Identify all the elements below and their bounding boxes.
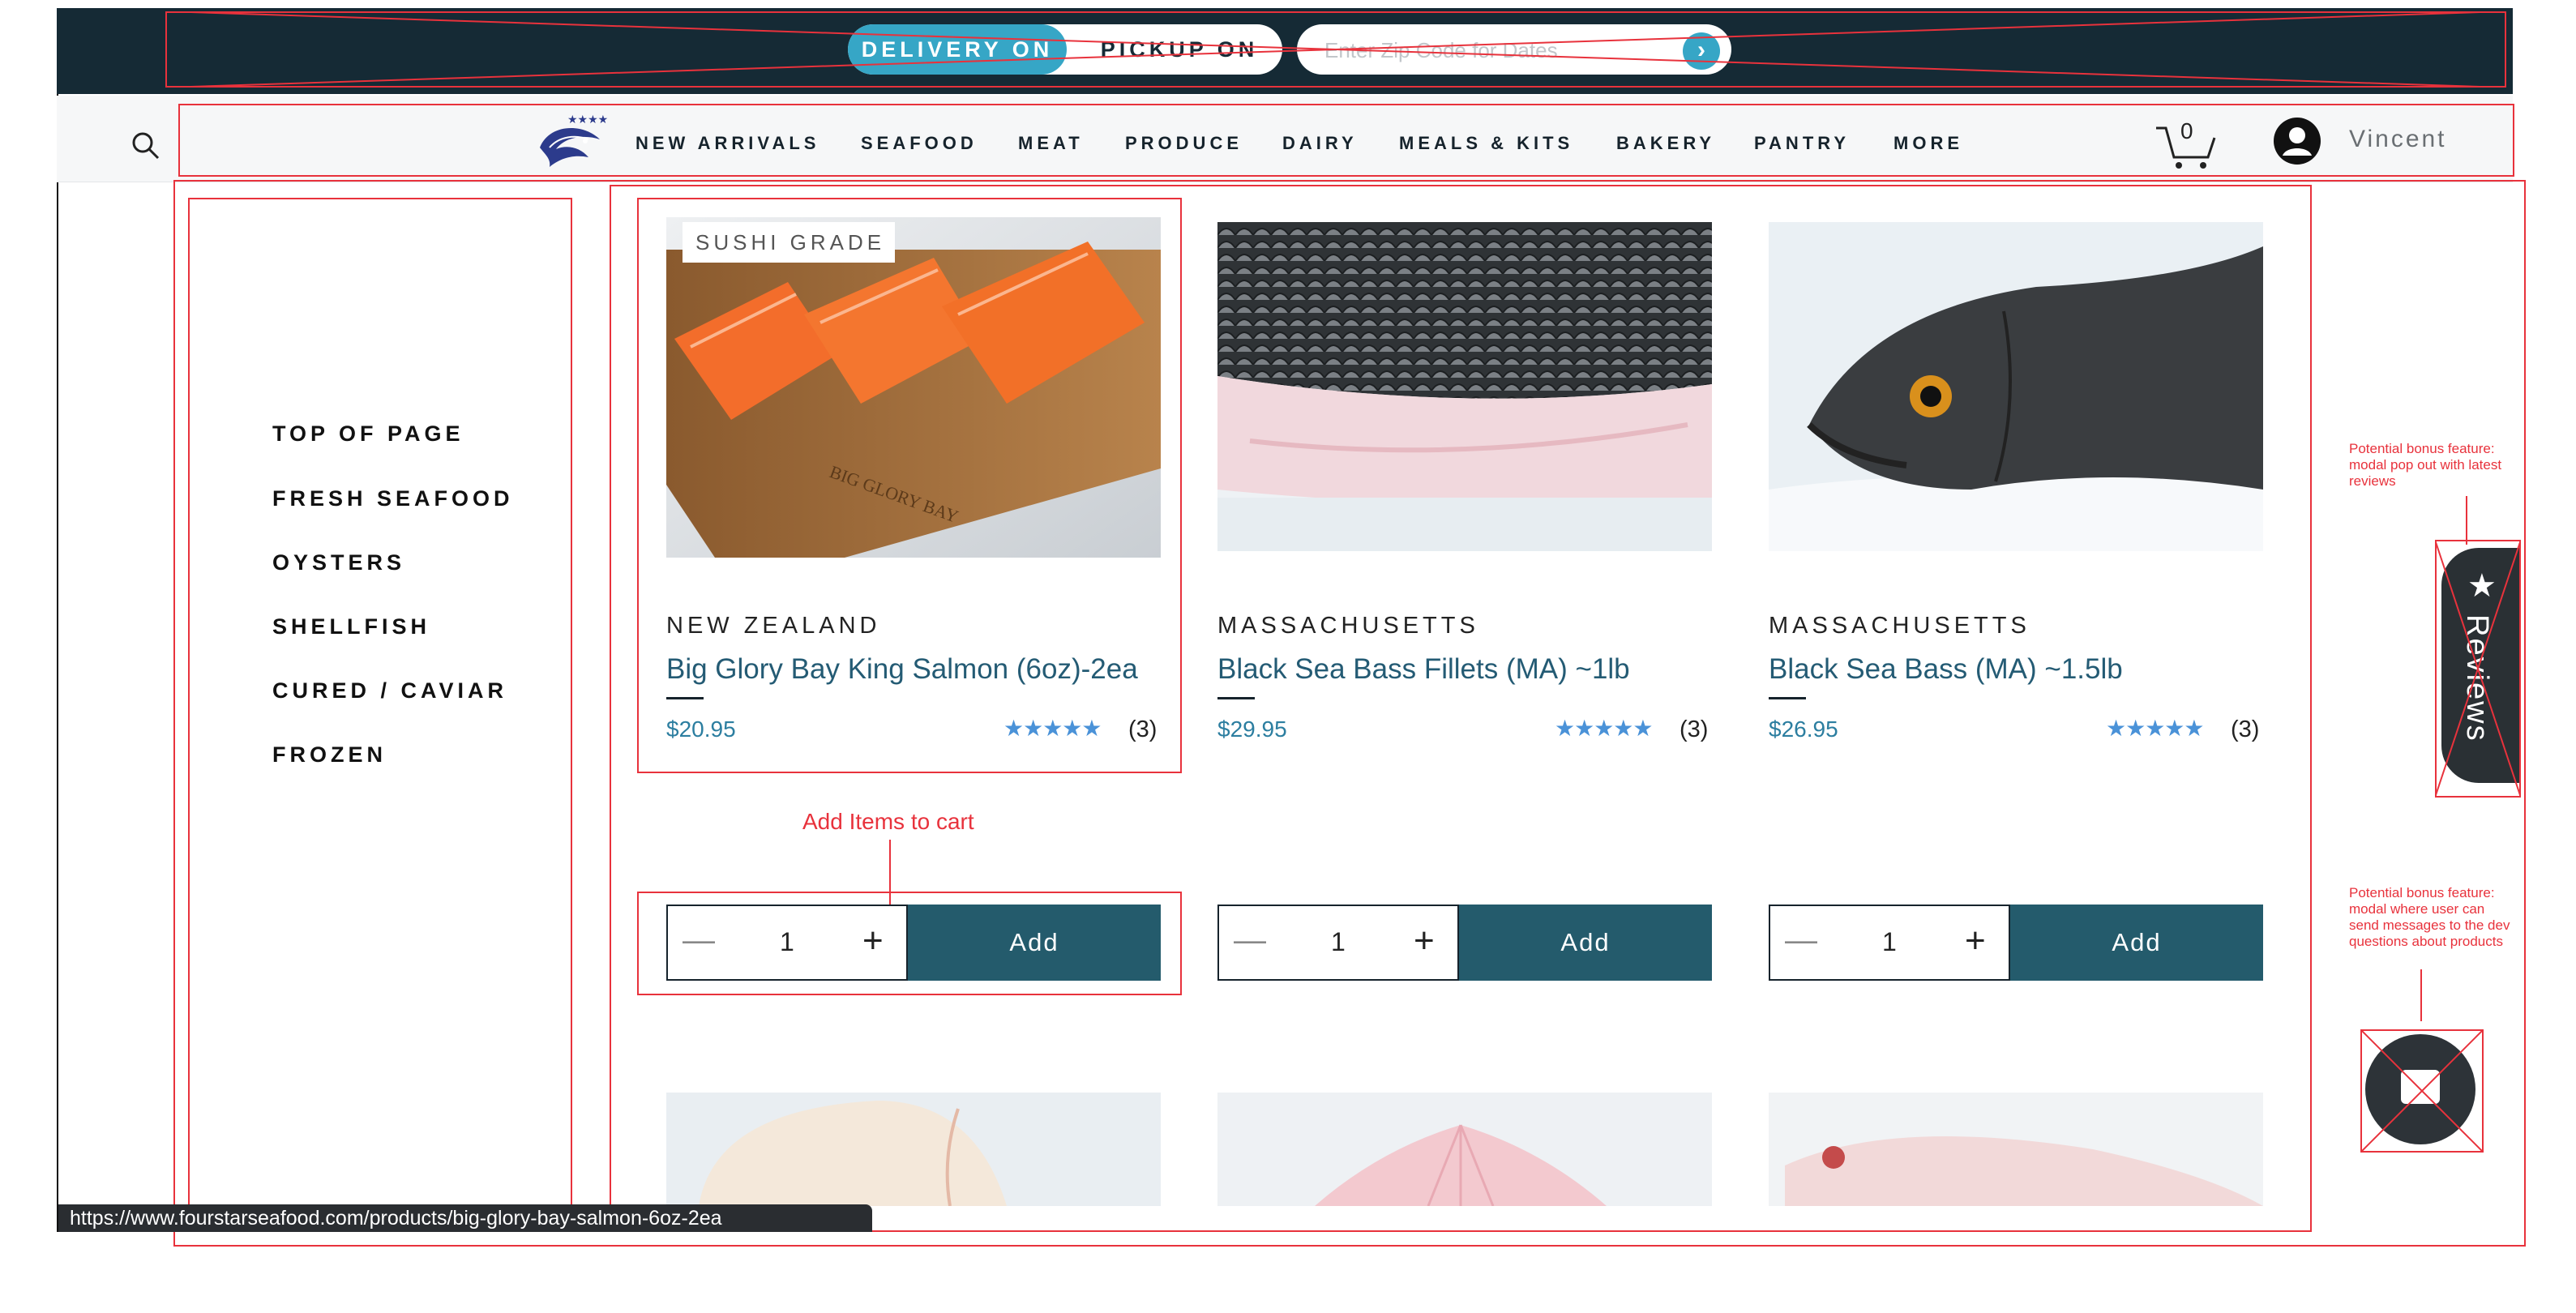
- rating-stars: ★★★★★: [1003, 716, 1102, 741]
- sidebar-item-fresh-seafood[interactable]: FRESH SEAFOOD: [272, 486, 514, 511]
- delivery-toggle-option[interactable]: DELIVERY ON: [848, 24, 1067, 75]
- annotation-box-sidebar: [188, 198, 572, 1216]
- zip-code-input[interactable]: [1323, 32, 1667, 68]
- sidebar-item-shellfish[interactable]: SHELLFISH: [272, 614, 430, 639]
- review-count[interactable]: (3): [1128, 716, 1157, 743]
- annotation-reviews-note: Potential bonus feature: modal pop out w…: [2349, 441, 2502, 489]
- decrease-quantity-button[interactable]: —: [1234, 922, 1266, 959]
- nav-produce[interactable]: PRODUCE: [1125, 133, 1243, 154]
- rating-stars: ★★★★★: [2106, 716, 2205, 741]
- product-name-underline: [666, 697, 704, 699]
- increase-quantity-button[interactable]: +: [1965, 921, 1986, 961]
- svg-text:★★★★: ★★★★: [567, 113, 608, 126]
- chevron-right-icon: ›: [1697, 36, 1705, 63]
- reviews-tab-label: Reviews: [2460, 614, 2494, 742]
- nav-pantry[interactable]: PANTRY: [1754, 133, 1850, 154]
- nav-bakery[interactable]: BAKERY: [1616, 133, 1715, 154]
- browser-status-url: https://www.fourstarseafood.com/products…: [58, 1204, 872, 1232]
- product-origin: MASSACHUSETTS: [1769, 613, 2030, 639]
- product-price: $29.95: [1217, 716, 1287, 742]
- product-name[interactable]: Black Sea Bass (MA) ~1.5lb: [1769, 653, 2123, 686]
- product-image-pink-fish[interactable]: [1217, 1093, 1712, 1206]
- product-image-salmon[interactable]: BIG GLORY BAY: [666, 217, 1161, 558]
- product-image-red-fish[interactable]: [1769, 1093, 2263, 1206]
- sidebar-item-top[interactable]: TOP OF PAGE: [272, 421, 464, 447]
- quantity-value[interactable]: 1: [780, 927, 794, 957]
- header-bar: [57, 8, 2513, 94]
- product-image-sea-bass-fillet[interactable]: [1217, 222, 1712, 551]
- product-name[interactable]: Black Sea Bass Fillets (MA) ~1lb: [1217, 653, 1630, 686]
- sidebar-item-frozen[interactable]: FROZEN: [272, 742, 387, 768]
- sidebar-item-oysters[interactable]: OYSTERS: [272, 550, 405, 575]
- add-to-cart-button[interactable]: Add: [1459, 905, 1712, 981]
- quantity-value[interactable]: 1: [1882, 927, 1897, 957]
- user-avatar-icon[interactable]: [2273, 117, 2321, 165]
- decrease-quantity-button[interactable]: —: [1785, 922, 1817, 959]
- pickup-toggle-option[interactable]: PICKUP ON: [1078, 24, 1281, 75]
- product-name[interactable]: Big Glory Bay King Salmon (6oz)-2ea: [666, 653, 1138, 686]
- message-icon: [2401, 1070, 2440, 1104]
- nav-more[interactable]: MORE: [1893, 133, 1963, 154]
- add-to-cart-button[interactable]: Add: [2010, 905, 2263, 981]
- review-count[interactable]: (3): [2231, 716, 2259, 743]
- brand-logo[interactable]: ★★★★: [535, 112, 608, 170]
- annotation-connector: [2420, 969, 2422, 1021]
- increase-quantity-button[interactable]: +: [862, 921, 884, 961]
- nav-dairy[interactable]: DAIRY: [1282, 133, 1358, 154]
- annotation-chat-note: Potential bonus feature: modal where use…: [2349, 885, 2510, 949]
- annotation-add-to-cart: Add Items to cart: [802, 809, 974, 834]
- zip-submit-button[interactable]: ›: [1683, 32, 1720, 70]
- annotation-connector: [2466, 496, 2467, 545]
- nav-meals-kits[interactable]: MEALS & KITS: [1399, 133, 1573, 154]
- sushi-grade-badge-label: SUSHI GRADE: [695, 230, 886, 254]
- add-to-cart-button[interactable]: Add: [908, 905, 1161, 981]
- star-icon: ★: [2467, 568, 2497, 604]
- nav-new-arrivals[interactable]: NEW ARRIVALS: [635, 133, 819, 154]
- user-name[interactable]: Vincent: [2349, 126, 2447, 153]
- product-image-sea-bass-whole[interactable]: [1769, 222, 2263, 551]
- quantity-value[interactable]: 1: [1331, 927, 1346, 957]
- product-origin: MASSACHUSETTS: [1217, 613, 1479, 639]
- nav-meat[interactable]: MEAT: [1018, 133, 1084, 154]
- rating-stars: ★★★★★: [1555, 716, 1654, 741]
- increase-quantity-button[interactable]: +: [1414, 921, 1435, 961]
- window-left-edge: [57, 8, 58, 1232]
- product-price: $26.95: [1769, 716, 1838, 742]
- review-count[interactable]: (3): [1680, 716, 1708, 743]
- decrease-quantity-button[interactable]: —: [683, 922, 715, 959]
- product-image-white-fish[interactable]: [666, 1093, 1161, 1206]
- cart-count: 0: [2180, 118, 2193, 143]
- product-price: $20.95: [666, 716, 736, 742]
- search-icon[interactable]: [130, 130, 162, 162]
- product-name-underline: [1217, 697, 1255, 699]
- product-name-underline: [1769, 697, 1806, 699]
- nav-seafood[interactable]: SEAFOOD: [861, 133, 978, 154]
- product-origin: NEW ZEALAND: [666, 613, 881, 639]
- sidebar-item-cured-caviar[interactable]: CURED / CAVIAR: [272, 678, 507, 704]
